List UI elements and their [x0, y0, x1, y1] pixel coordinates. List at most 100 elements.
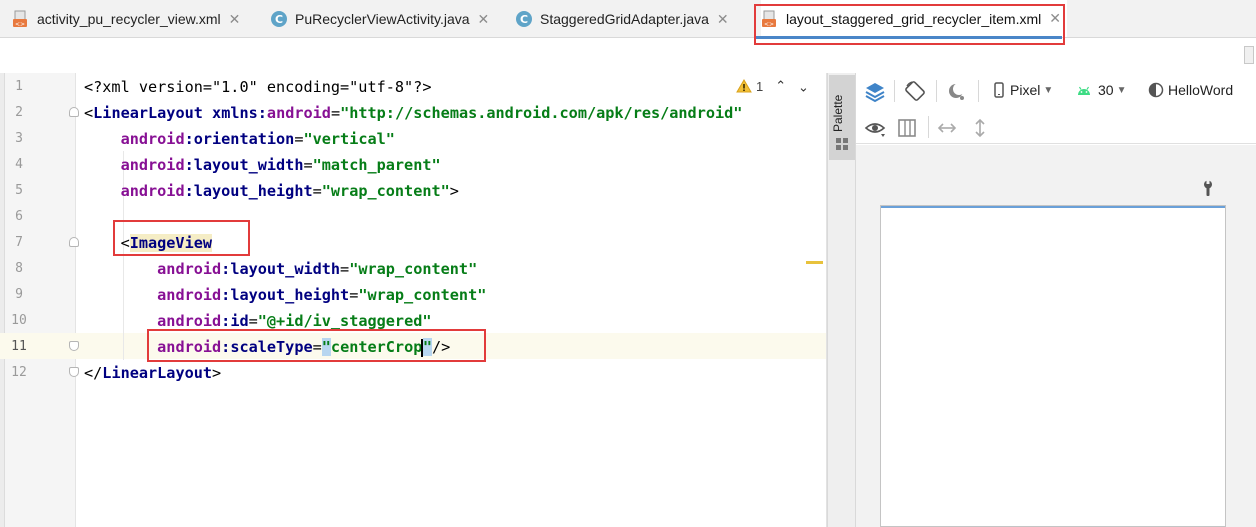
code-line[interactable]: android:orientation="vertical": [84, 126, 395, 152]
toolbar-separator: [928, 116, 929, 138]
tab-layout-staggered-grid-recycler-item-xml[interactable]: <> layout_staggered_grid_recycler_item.x…: [761, 0, 1067, 37]
code-token: =: [303, 156, 313, 174]
code-token: android: [120, 182, 185, 200]
code-token: "wrap_content": [321, 182, 450, 200]
code-token: "@+id/iv_staggered": [257, 312, 432, 330]
code-token: android: [266, 104, 331, 122]
horizontal-resize-icon[interactable]: [936, 117, 958, 139]
code-token: />: [432, 338, 451, 356]
code-line[interactable]: android:id="@+id/iv_staggered": [84, 308, 432, 334]
code-line[interactable]: <ImageView: [84, 230, 213, 256]
code-token: centerCrop: [330, 338, 423, 356]
tab-pu-recycler-view-activity-java[interactable]: C PuRecyclerViewActivity.java ✕: [271, 0, 489, 38]
vertical-resize-icon[interactable]: [969, 117, 991, 139]
code-token: "vertical": [303, 130, 395, 148]
palette-label: Palette: [831, 94, 845, 132]
tab-label: StaggeredGridAdapter.java: [540, 11, 709, 27]
previous-highlight-icon[interactable]: ⌃: [775, 78, 786, 94]
code-token: ": [422, 338, 433, 356]
tab-overflow-scroll[interactable]: [1244, 46, 1254, 64]
fold-marker[interactable]: [69, 367, 79, 377]
blueprint-toggle-icon[interactable]: [896, 117, 918, 139]
theme-selector[interactable]: HelloWord: [1148, 82, 1233, 98]
code-line[interactable]: android:layout_height="wrap_content">: [84, 178, 459, 204]
toolbar-separator: [894, 80, 895, 102]
code-token: :id: [221, 312, 249, 330]
tab-activity-pu-recycler-view-xml[interactable]: <> activity_pu_recycler_view.xml ✕: [12, 0, 240, 38]
palette-icon: [836, 138, 848, 150]
orientation-icon[interactable]: [904, 80, 926, 102]
code-token: android: [157, 286, 222, 304]
code-token: <: [84, 234, 130, 252]
xml-file-icon: <>: [12, 10, 30, 28]
code-token: <: [84, 104, 94, 122]
device-name: Pixel: [1010, 82, 1041, 98]
line-number: 11: [11, 339, 27, 354]
close-tab-icon[interactable]: ✕: [717, 11, 729, 28]
close-tab-icon[interactable]: ✕: [478, 11, 490, 28]
wrench-icon[interactable]: [1201, 180, 1215, 196]
line-number: 7: [15, 235, 23, 250]
line-number: 5: [15, 183, 23, 198]
line-number: 6: [15, 209, 23, 224]
api-level-selector[interactable]: 30 ▼: [1076, 82, 1126, 98]
code-token: ImageView: [129, 234, 213, 252]
android-icon: [1078, 86, 1090, 95]
code-token: "match_parent": [312, 156, 441, 174]
view-options-eye-icon[interactable]: [864, 117, 886, 139]
next-highlight-icon[interactable]: ⌃: [798, 78, 809, 94]
code-token: xmlns:: [212, 104, 267, 122]
code-token: android: [120, 130, 185, 148]
code-token: "wrap_content": [358, 286, 487, 304]
code-line[interactable]: <LinearLayout xmlns:android="http://sche…: [84, 100, 742, 126]
code-token: :layout_width: [221, 260, 341, 278]
svg-text:<>: <>: [15, 21, 25, 28]
tab-staggered-grid-adapter-java[interactable]: C StaggeredGridAdapter.java ✕: [516, 0, 729, 38]
code-line[interactable]: android:layout_width="wrap_content": [84, 256, 477, 282]
code-line[interactable]: <?xml version="1.0" encoding="utf-8"?>: [84, 74, 431, 100]
java-class-icon: C: [271, 11, 287, 27]
warning-stripe-marker[interactable]: [806, 261, 823, 264]
warning-icon: [736, 79, 752, 93]
theme-name: HelloWord: [1168, 82, 1234, 98]
fold-marker[interactable]: [69, 107, 79, 117]
code-line[interactable]: </LinearLayout>: [84, 360, 221, 386]
fold-marker[interactable]: [69, 341, 79, 351]
device-preview-frame[interactable]: [880, 205, 1226, 527]
code-token: android: [120, 156, 185, 174]
device-selector[interactable]: Pixel ▼: [994, 82, 1053, 98]
code-token: "http://schemas.android.com/apk/res/andr…: [340, 104, 743, 122]
tab-label: activity_pu_recycler_view.xml: [37, 11, 221, 27]
close-tab-icon[interactable]: ✕: [229, 11, 241, 28]
design-surface-layers-icon[interactable]: [864, 81, 886, 103]
fold-marker[interactable]: [69, 237, 79, 247]
code-line[interactable]: android:layout_height="wrap_content": [84, 282, 486, 308]
inspection-widget[interactable]: 1 ⌃ ⌃: [736, 78, 809, 94]
code-token: =: [330, 104, 341, 122]
code-line[interactable]: android:layout_width="match_parent": [84, 152, 441, 178]
line-number: 2: [15, 105, 23, 120]
code-token: >: [449, 182, 459, 200]
night-mode-icon[interactable]: [946, 81, 968, 103]
code-token: =: [340, 260, 350, 278]
code-token: </: [84, 364, 103, 382]
code-token: <?xml version="1.0" encoding="utf-8"?>: [84, 78, 432, 96]
line-number: 4: [15, 157, 23, 172]
xml-file-icon: <>: [761, 10, 779, 28]
code-token: =: [312, 182, 322, 200]
close-tab-icon[interactable]: ✕: [1049, 10, 1061, 27]
code-line[interactable]: android:scaleType="centerCrop"/>: [84, 334, 450, 360]
phone-icon: [994, 82, 1004, 98]
toolbar-separator: [936, 80, 937, 102]
code-token: android: [157, 312, 222, 330]
device-selection-edge: [881, 206, 1225, 208]
toolbar-separator: [978, 80, 979, 102]
api-level: 30: [1098, 82, 1114, 98]
